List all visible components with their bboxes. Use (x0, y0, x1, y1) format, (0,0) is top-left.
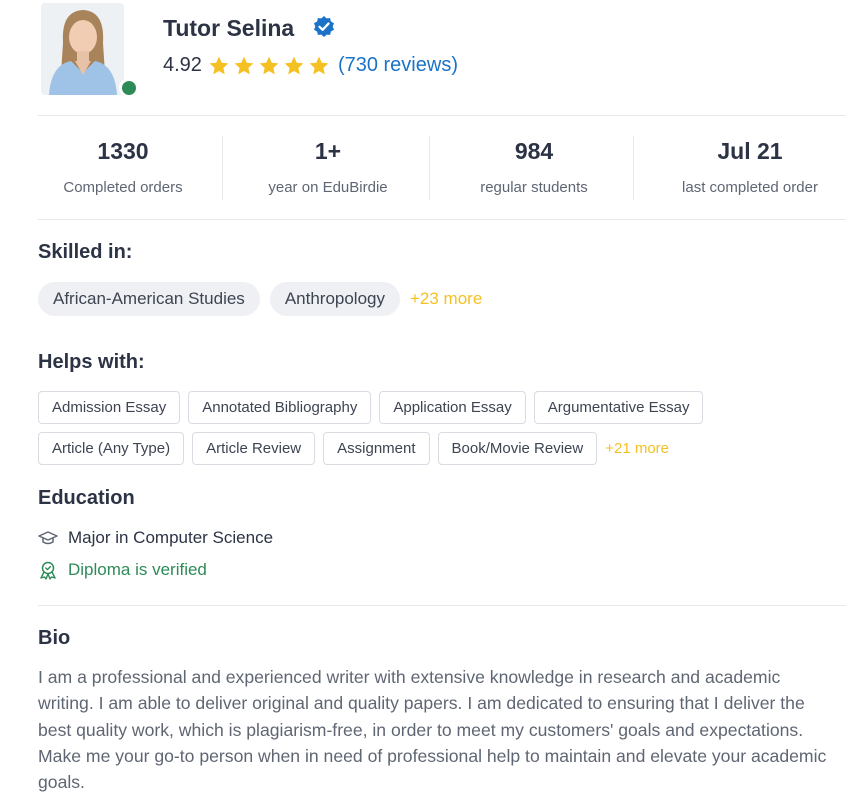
stat-label: last completed order (682, 179, 818, 196)
skills-more-link[interactable]: +23 more (410, 289, 482, 309)
star-icon (283, 55, 305, 77)
help-tag[interactable]: Assignment (323, 432, 430, 465)
education-divider (38, 605, 846, 606)
stat-value: 1330 (97, 138, 149, 164)
skill-pill[interactable]: African-American Studies (38, 282, 260, 316)
helps-row-1: Admission Essay Annotated Bibliography A… (38, 391, 704, 424)
bio-title: Bio (38, 627, 71, 649)
graduation-cap-icon (38, 528, 58, 548)
help-tag[interactable]: Application Essay (379, 391, 526, 424)
rating-value: 4.92 (163, 54, 202, 76)
education-major: Major in Computer Science (38, 528, 273, 548)
stat-value: 984 (514, 138, 554, 164)
stats-divider (38, 219, 846, 220)
help-tag[interactable]: Admission Essay (38, 391, 181, 424)
bio-text: I am a professional and experienced writ… (38, 667, 827, 793)
stat-label: year on EduBirdie (268, 179, 388, 196)
avatar-image (41, 3, 124, 95)
stat-separator (429, 136, 430, 200)
reviews-link[interactable]: (730 reviews) (338, 54, 458, 77)
tutor-avatar[interactable] (41, 3, 139, 98)
stat-separator (633, 136, 634, 200)
online-status-indicator (119, 78, 139, 98)
skill-pill[interactable]: Anthropology (269, 282, 400, 316)
stat-label: Completed orders (63, 179, 183, 196)
helps-row-2: Article (Any Type) Article Review Assign… (38, 432, 669, 465)
star-icon (208, 55, 230, 77)
help-tag[interactable]: Argumentative Essay (533, 391, 704, 424)
help-tag[interactable]: Article (Any Type) (38, 432, 185, 465)
education-major-text: Major in Computer Science (68, 528, 274, 547)
stat-value: Jul 21 (717, 138, 783, 164)
helps-title: Helps with: (38, 351, 145, 373)
skills-list: African-American Studies Anthropology +2… (38, 282, 482, 316)
rating-row: 4.92 (730 reviews) (163, 54, 458, 77)
help-tag[interactable]: Article Review (192, 432, 316, 465)
stat-last-order: Jul 21 last completed order (648, 138, 852, 196)
star-icon (258, 55, 280, 77)
education-title: Education (38, 487, 135, 509)
stat-regular-students: 984 regular students (434, 138, 634, 196)
tutor-name: Tutor Selina (163, 15, 295, 41)
star-icon (308, 55, 330, 77)
stat-label: regular students (480, 179, 588, 196)
verified-badge-icon (312, 15, 336, 39)
diploma-verified-text: Diploma is verified (68, 560, 207, 579)
award-ribbon-icon (38, 560, 58, 580)
skills-title: Skilled in: (38, 241, 133, 263)
star-rating (208, 55, 330, 77)
stat-completed-orders: 1330 Completed orders (38, 138, 208, 196)
helps-more-link[interactable]: +21 more (605, 440, 669, 457)
header-divider (38, 115, 846, 116)
stat-value: 1+ (314, 138, 342, 164)
help-tag[interactable]: Book/Movie Review (437, 432, 598, 465)
education-verified: Diploma is verified (38, 560, 207, 580)
star-icon (233, 55, 255, 77)
stat-years: 1+ year on EduBirdie (230, 138, 426, 196)
stat-separator (222, 136, 223, 200)
help-tag[interactable]: Annotated Bibliography (188, 391, 372, 424)
